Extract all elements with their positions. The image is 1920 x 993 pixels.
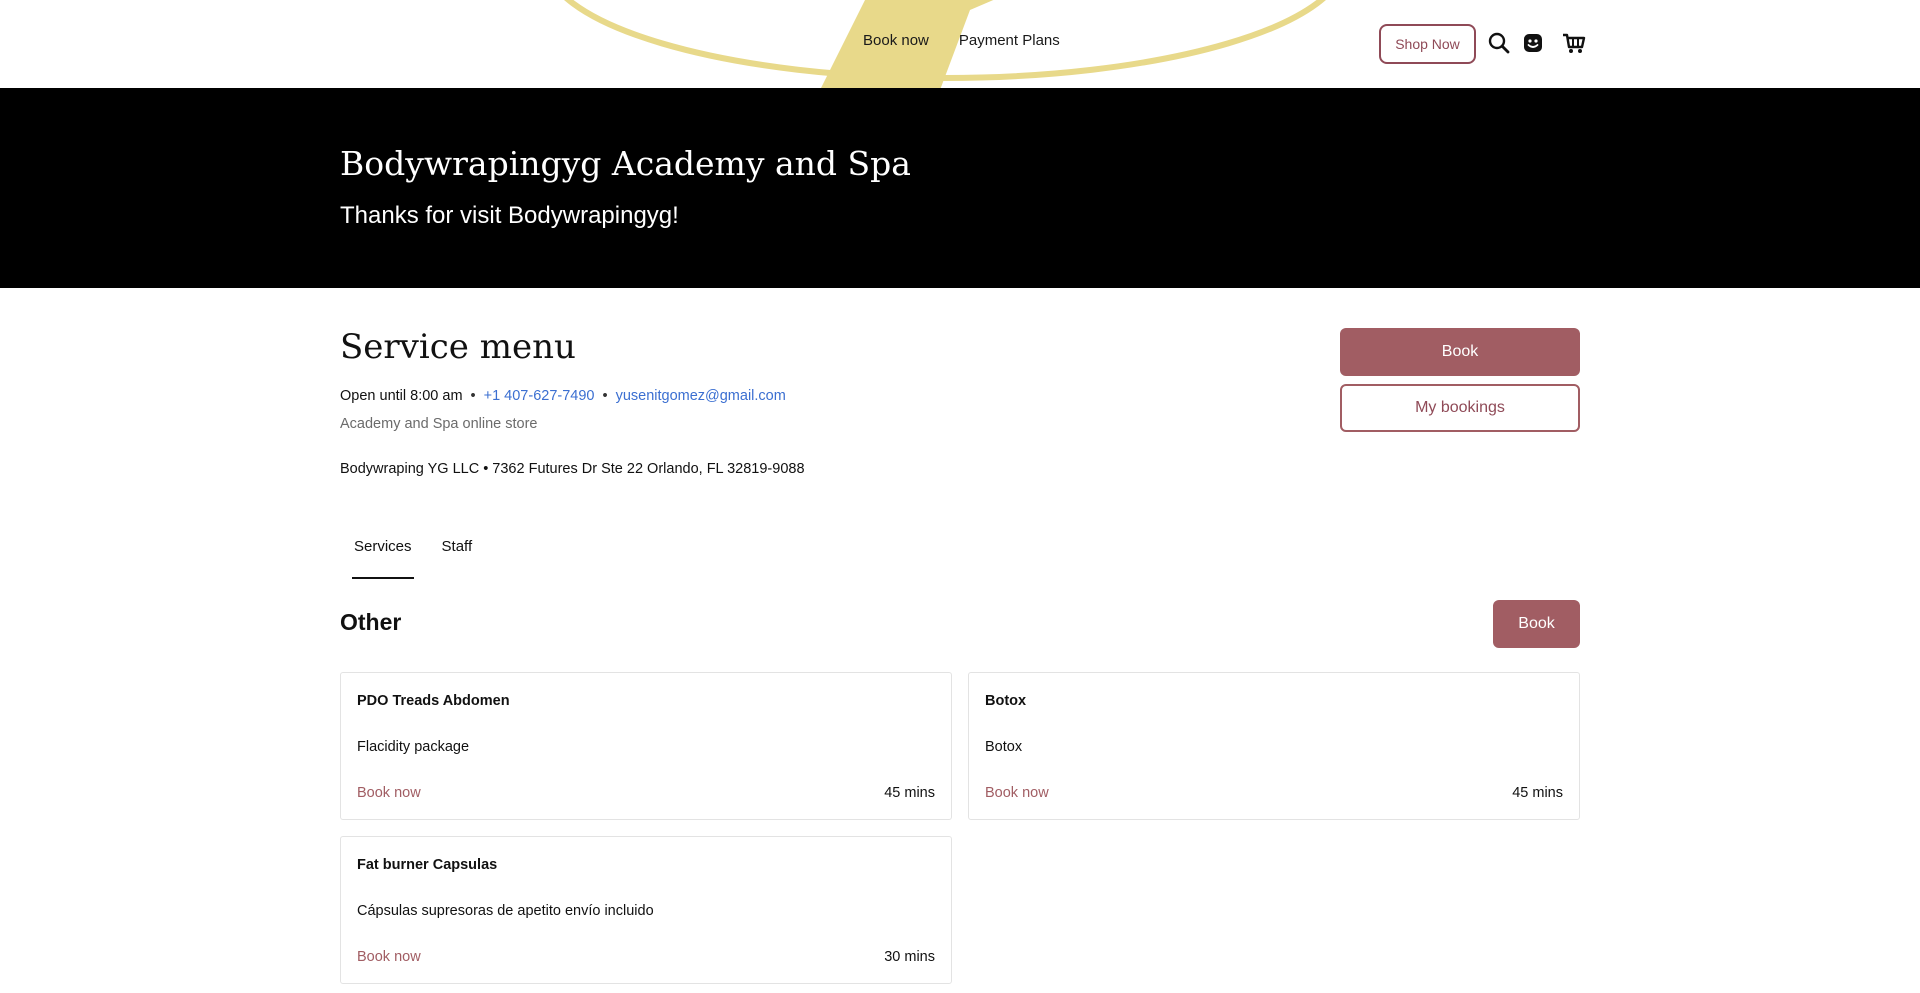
service-menu-title: Service menu (340, 327, 576, 367)
service-book-now-link[interactable]: Book now (357, 949, 421, 965)
category-book-button[interactable]: Book (1493, 600, 1580, 648)
book-button[interactable]: Book (1340, 328, 1580, 376)
tab-staff[interactable]: Staff (442, 538, 473, 579)
main-nav: Book now Payment Plans (863, 32, 1060, 49)
service-book-now-link[interactable]: Book now (357, 785, 421, 801)
email-link[interactable]: yusenitgomez@gmail.com (616, 388, 786, 404)
search-icon[interactable] (1488, 32, 1510, 54)
my-bookings-button[interactable]: My bookings (1340, 384, 1580, 432)
separator-dot: • (470, 388, 476, 404)
cart-icon[interactable] (1562, 32, 1586, 54)
menu-tabs: Services Staff (352, 538, 473, 579)
store-description: Academy and Spa online store (340, 416, 538, 432)
service-card[interactable]: Fat burner Capsulas Cápsulas supresoras … (340, 836, 952, 984)
service-description: Flacidity package (357, 739, 470, 755)
service-name: PDO Treads Abdomen (357, 693, 510, 709)
service-duration: 45 mins (884, 785, 935, 801)
service-card[interactable]: PDO Treads Abdomen Flacidity package Boo… (340, 672, 952, 820)
shop-now-button[interactable]: Shop Now (1379, 24, 1476, 64)
service-name: Fat burner Capsulas (357, 857, 498, 873)
hero-banner: Bodywrapingyg Academy and Spa Thanks for… (0, 88, 1920, 288)
service-description: Cápsulas supresoras de apetito envío inc… (357, 903, 654, 919)
contact-line: Open until 8:00 am • +1 407-627-7490 • y… (340, 388, 786, 404)
hero-subtitle: Thanks for visit Bodywrapingyg! (340, 202, 679, 229)
nav-payment-plans[interactable]: Payment Plans (959, 32, 1060, 49)
service-name: Botox (985, 693, 1027, 709)
opening-hours: Open until 8:00 am (340, 388, 463, 404)
nav-book-now[interactable]: Book now (863, 32, 929, 49)
hero-title: Bodywrapingyg Academy and Spa (340, 144, 911, 183)
tab-services[interactable]: Services (352, 538, 414, 579)
service-description: Botox (985, 739, 1023, 755)
account-icon[interactable] (1522, 32, 1544, 54)
site-header: Book now Payment Plans Shop Now (0, 0, 1920, 88)
separator-dot: • (602, 388, 608, 404)
phone-link[interactable]: +1 407-627-7490 (484, 388, 595, 404)
category-title: Other (340, 609, 402, 635)
service-book-now-link[interactable]: Book now (985, 785, 1049, 801)
service-card[interactable]: Botox Botox Book now 45 mins (968, 672, 1580, 820)
service-duration: 30 mins (884, 949, 935, 965)
business-address: Bodywraping YG LLC • 7362 Futures Dr Ste… (340, 461, 805, 477)
service-duration: 45 mins (1512, 785, 1563, 801)
